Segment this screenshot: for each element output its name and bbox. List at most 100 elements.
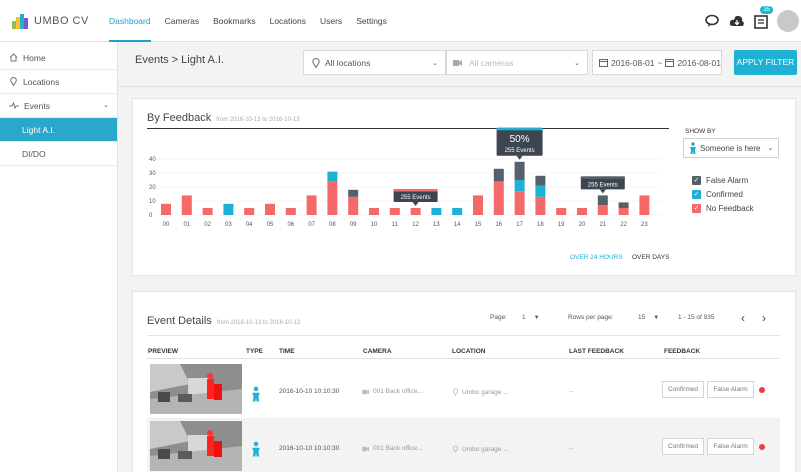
person-icon: [252, 386, 260, 402]
bar-segment: [348, 196, 359, 215]
page-label: Page:: [490, 314, 507, 321]
sidebar-item-events[interactable]: Events ⌄: [0, 94, 117, 118]
header-separator: [147, 335, 780, 336]
show-by-label: SHOW BY: [685, 128, 716, 135]
sidebar-item-label: Locations: [23, 76, 60, 87]
event-preview-thumbnail[interactable]: [150, 421, 242, 471]
date-range-picker[interactable]: 2016-08-01 ~ 2016-08-01: [592, 50, 722, 75]
person-icon: [252, 441, 260, 457]
notification-list-icon[interactable]: 35: [753, 6, 773, 29]
col-last-feedback: LAST FEEDBACK: [569, 348, 624, 355]
sidebar-item-dido[interactable]: DI/DO: [0, 142, 117, 166]
bar-segment: [597, 205, 608, 215]
sidebar-item-light-ai[interactable]: Light A.I.: [0, 118, 117, 142]
event-details-subtitle: from 2016-10-13 to 2016-10-13: [216, 320, 301, 326]
date-from[interactable]: 2016-08-01: [611, 58, 654, 68]
table-row[interactable]: 2016-10-10 10:10:30 001 Back office... U…: [147, 359, 780, 418]
top-bar: UMBO CV Dashboard Cameras Bookmarks Loca…: [0, 0, 801, 42]
date-to[interactable]: 2016-08-01: [677, 58, 720, 68]
bar-segment: [431, 208, 442, 215]
legend-label: Confirmed: [706, 190, 743, 199]
x-tick-label: 10: [371, 222, 378, 228]
tooltip-accent: [496, 127, 543, 131]
bar-segment: [473, 195, 483, 215]
prev-page-icon[interactable]: ‹: [741, 311, 745, 325]
brand-logo[interactable]: UMBO CV: [11, 12, 89, 30]
camera-icon: [362, 389, 369, 394]
tooltip-accent: [580, 176, 625, 179]
y-tick-label: 10: [149, 199, 156, 205]
col-time: TIME: [279, 348, 295, 355]
event-location: Umbo garage ...: [452, 388, 509, 396]
bar-segment: [577, 208, 587, 215]
bar-segment: [597, 195, 608, 206]
pulse-icon: [9, 101, 19, 110]
legend-label: No Feedback: [706, 204, 754, 213]
event-location-name: Umbo garage ...: [462, 388, 509, 396]
confirmed-button[interactable]: Confirmed: [662, 381, 704, 398]
bar-segment: [223, 203, 234, 215]
caret-down-icon: ▼: [653, 314, 660, 321]
nav-users[interactable]: Users: [320, 0, 342, 42]
pin-icon: [452, 445, 459, 453]
legend-confirmed[interactable]: ✓ Confirmed: [692, 190, 743, 199]
bar-segment: [535, 175, 546, 186]
nav-dashboard[interactable]: Dashboard: [109, 0, 151, 42]
col-camera: CAMERA: [363, 348, 392, 355]
show-by-select[interactable]: Someone is here ⌄: [683, 138, 779, 158]
nav-settings[interactable]: Settings: [356, 0, 387, 42]
nav-cameras[interactable]: Cameras: [165, 0, 199, 42]
bar-segment: [327, 171, 338, 182]
x-tick-label: 07: [308, 222, 315, 228]
x-tick-label: 17: [516, 222, 523, 228]
nav-bookmarks[interactable]: Bookmarks: [213, 0, 256, 42]
col-location: LOCATION: [452, 348, 486, 355]
y-tick-label: 20: [149, 185, 156, 191]
x-tick-label: 18: [537, 222, 544, 228]
chevron-down-icon: ⌄: [767, 145, 774, 152]
sidebar-item-home[interactable]: Home: [0, 46, 117, 70]
main-nav: Dashboard Cameras Bookmarks Locations Us…: [109, 0, 401, 42]
x-tick-label: 20: [579, 222, 586, 228]
bar-segment: [556, 208, 567, 215]
apply-filter-button[interactable]: APPLY FILTER: [734, 50, 797, 75]
brand-name: UMBO CV: [34, 15, 89, 27]
nav-locations[interactable]: Locations: [270, 0, 306, 42]
bar-segment: [181, 195, 192, 215]
table-row[interactable]: 2016-10-10 10:10:30 001 Back office... U…: [147, 419, 780, 472]
x-tick-label: 03: [225, 222, 232, 228]
event-location: Umbo garage ...: [452, 445, 509, 453]
y-tick-label: 30: [149, 171, 156, 177]
false-alarm-button[interactable]: False Alarm: [707, 381, 754, 398]
x-tick-label: 09: [350, 222, 357, 228]
date-separator: ~: [657, 57, 663, 68]
page-select[interactable]: 1 ▼: [522, 314, 540, 321]
tab-over-days[interactable]: OVER DAYS: [632, 254, 669, 261]
sidebar-item-locations[interactable]: Locations: [0, 70, 117, 94]
col-preview: PREVIEW: [148, 348, 178, 355]
event-preview-thumbnail[interactable]: [150, 364, 242, 414]
legend-label: False Alarm: [706, 176, 749, 185]
tab-over-24-hours[interactable]: OVER 24 HOURS: [570, 254, 623, 261]
tooltip-text: 255 Events: [505, 148, 535, 154]
false-alarm-button[interactable]: False Alarm: [707, 438, 754, 455]
tooltip-accent: [393, 189, 438, 192]
home-icon: [9, 53, 18, 62]
chevron-down-icon: ⌄: [574, 59, 580, 67]
bar-segment: [618, 208, 629, 215]
sidebar: Home Locations Events ⌄ Light A.I. DI/DO: [0, 42, 118, 472]
bar-segment: [348, 189, 359, 197]
cloud-download-icon[interactable]: [729, 13, 745, 29]
location-select[interactable]: All locations ⌄: [303, 50, 446, 75]
avatar[interactable]: [777, 10, 799, 32]
bar-segment: [369, 208, 379, 215]
next-page-icon[interactable]: ›: [762, 311, 766, 325]
legend-no-feedback[interactable]: ✓ No Feedback: [692, 204, 754, 213]
event-camera: 001 Back office...: [362, 445, 423, 452]
legend-false-alarm[interactable]: ✓ False Alarm: [692, 176, 748, 185]
camera-select[interactable]: All cameras ⌄: [446, 50, 588, 75]
chat-icon[interactable]: [705, 13, 721, 29]
bar-segment: [514, 161, 525, 180]
confirmed-button[interactable]: Confirmed: [662, 438, 704, 455]
rows-per-page-select[interactable]: 15 ▼: [638, 314, 659, 321]
